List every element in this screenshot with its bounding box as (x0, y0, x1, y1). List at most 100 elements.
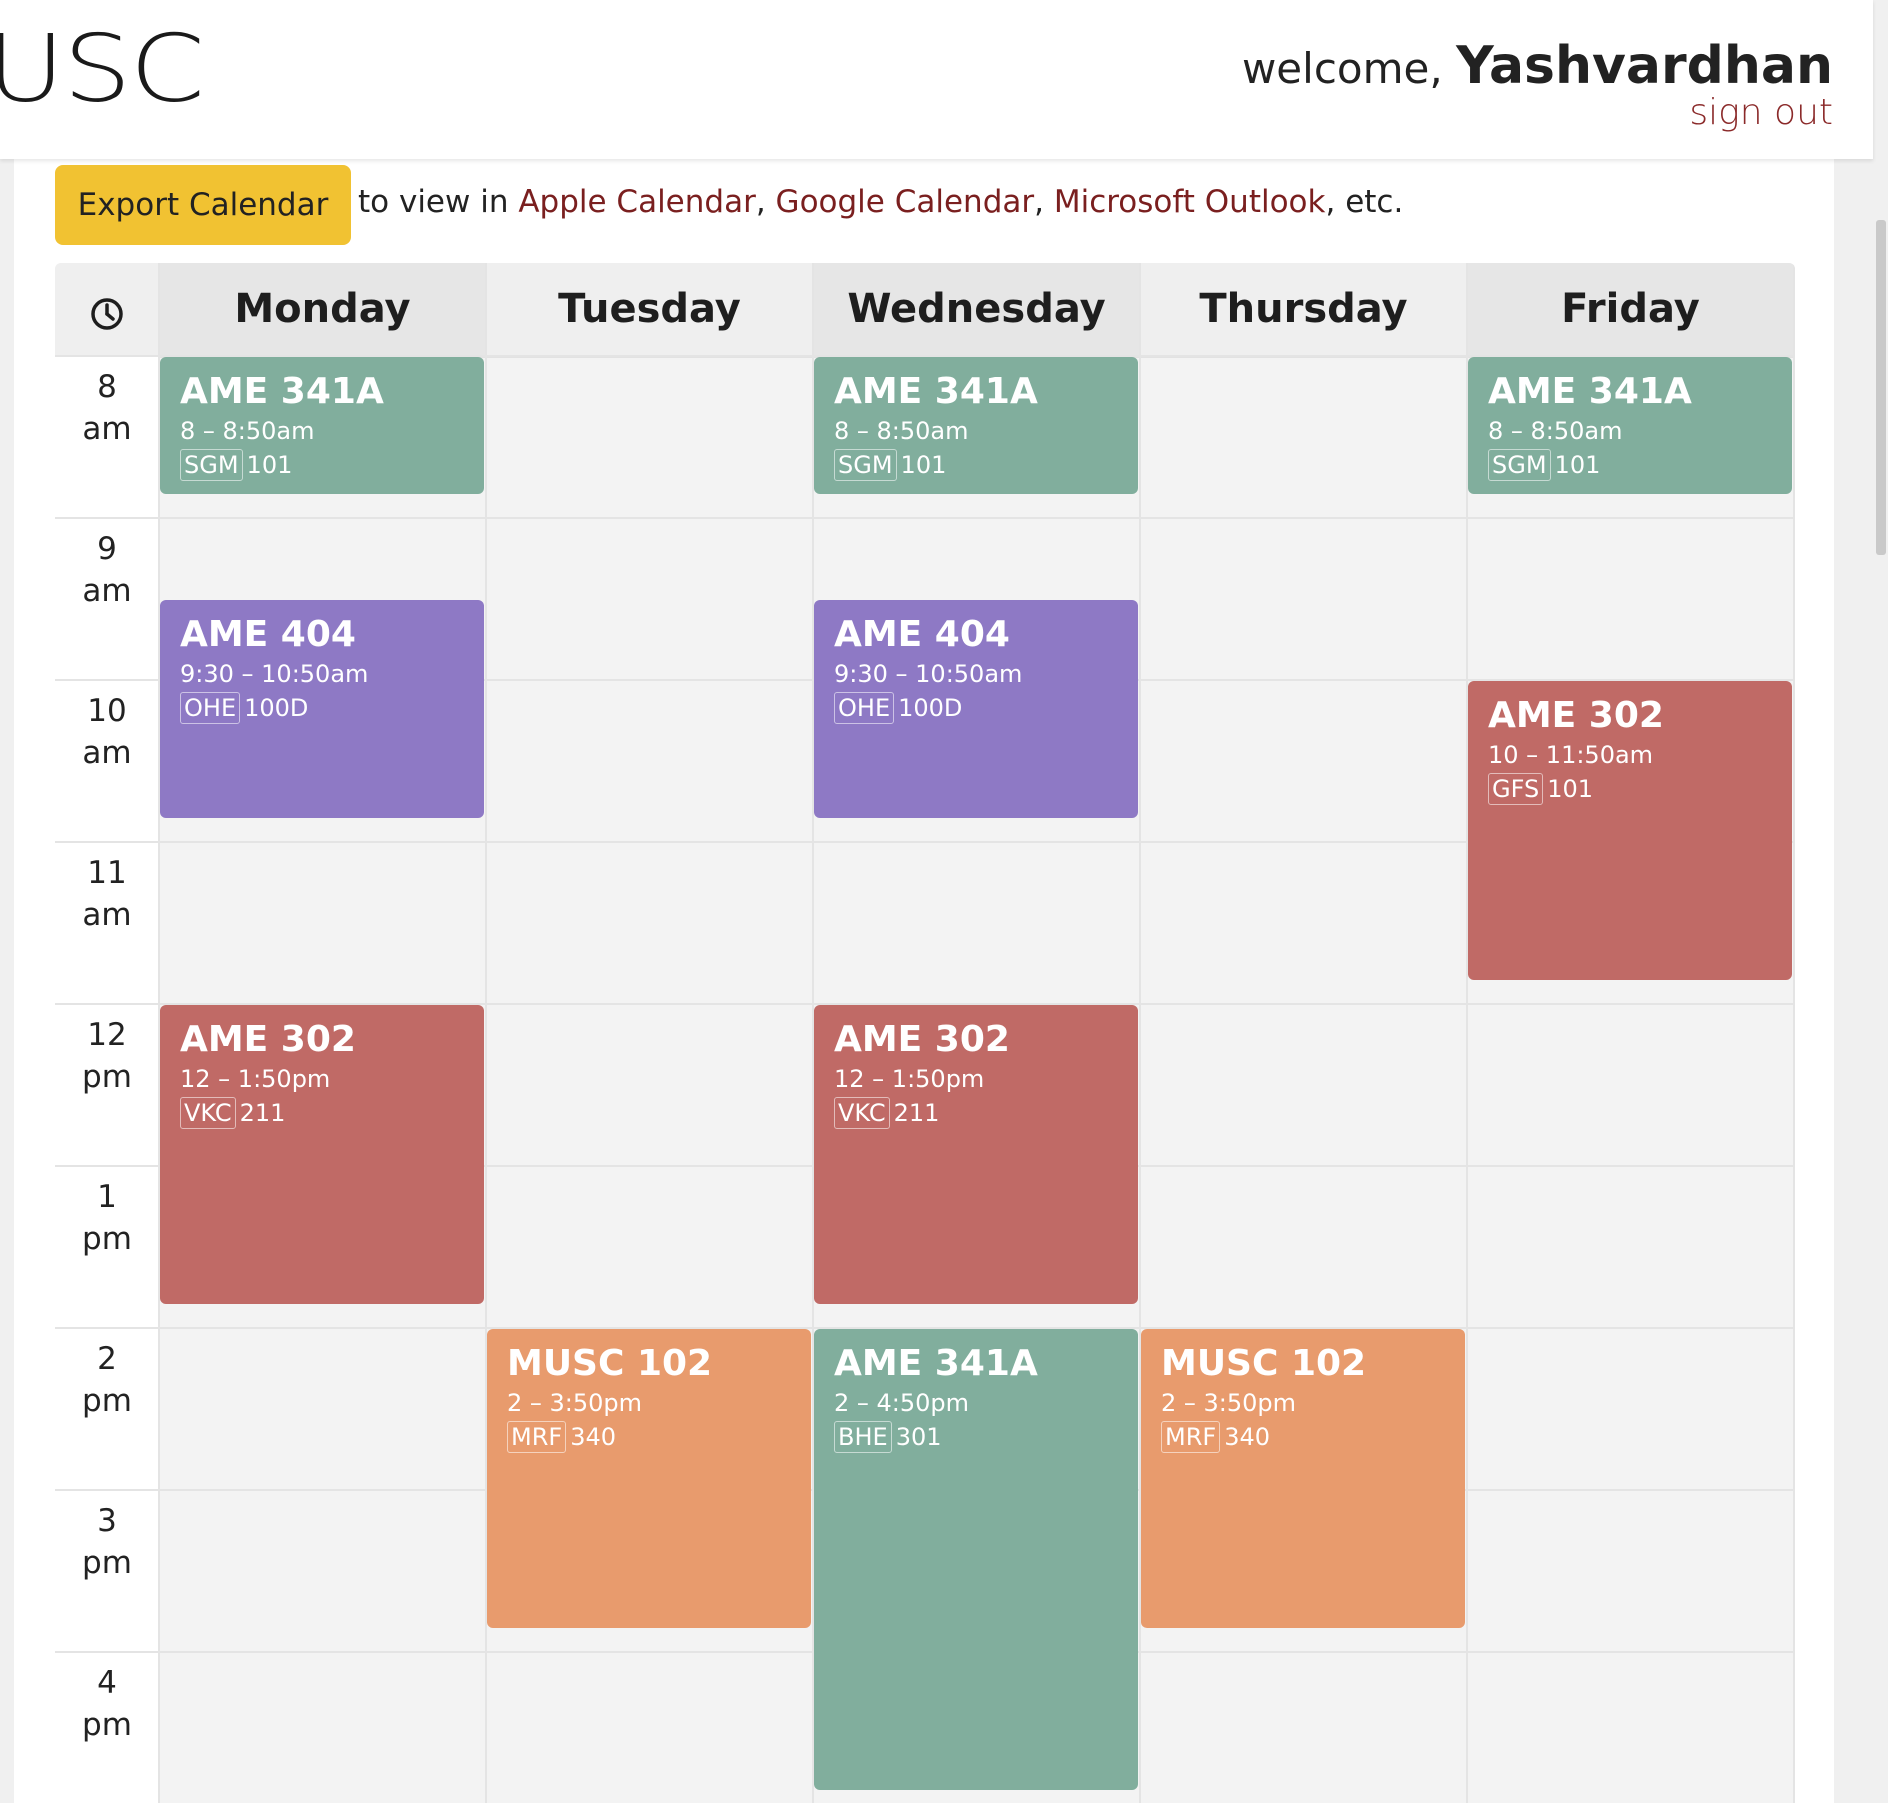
hour-label-number: 10 (87, 693, 127, 729)
room-number: 340 (570, 1423, 616, 1451)
course-code: AME 341A (1488, 371, 1692, 412)
course-code: MUSC 102 (1161, 1343, 1367, 1384)
time-column: 8 am 9 am 10 am 11 am 12 pm 1 pm 2 pm 3 pm 4 pm (55, 356, 159, 1803)
hour-label-number: 2 (97, 1341, 117, 1377)
course-code: AME 302 (1488, 695, 1664, 736)
class-location: OHE 100D (834, 692, 1118, 724)
class-event-block[interactable]: AME 302 12 – 1:50pm VKC 211 (814, 1005, 1138, 1304)
course-code: AME 302 (834, 1019, 1010, 1060)
hour-label-ampm: am (82, 897, 132, 933)
course-code: AME 341A (180, 371, 384, 412)
room-number: 100D (244, 694, 309, 722)
hour-label-ampm: pm (82, 1383, 132, 1419)
class-time: 12 – 1:50pm (180, 1065, 331, 1093)
class-location: VKC 211 (180, 1097, 464, 1129)
class-location: OHE 100D (180, 692, 464, 724)
hour-label-ampm: pm (82, 1221, 132, 1257)
class-location: SGM 101 (1488, 449, 1772, 481)
apple-calendar-link[interactable]: Apple Calendar (518, 184, 756, 220)
class-event-block[interactable]: MUSC 102 2 – 3:50pm MRF 340 (1141, 1329, 1465, 1628)
etc-text: , etc. (1325, 184, 1404, 220)
usc-logo: USC (0, 15, 205, 123)
building-code: VKC (834, 1097, 890, 1129)
room-number: 301 (895, 1423, 942, 1451)
to-view-text: to view in (358, 184, 519, 220)
export-calendar-button[interactable]: Export Calendar (55, 165, 351, 245)
day-header-thursday: Thursday (1199, 286, 1408, 332)
hour-divider (55, 517, 1795, 519)
day-header-friday: Friday (1467, 263, 1794, 356)
class-time: 10 – 11:50am (1488, 741, 1654, 769)
class-event-block[interactable]: AME 302 10 – 11:50am GFS 101 (1468, 681, 1792, 980)
hour-label-ampm: am (82, 573, 132, 609)
hour-label-number: 12 (87, 1017, 127, 1053)
clock-header-cell (55, 263, 159, 356)
hour-label-ampm: am (82, 411, 132, 447)
class-event-block[interactable]: AME 341A 8 – 8:50am SGM 101 (1468, 357, 1792, 494)
building-code: OHE (834, 692, 895, 724)
hour-label-number: 11 (87, 855, 127, 891)
class-time: 12 – 1:50pm (834, 1065, 985, 1093)
room-number: 211 (893, 1099, 940, 1127)
day-header-tuesday: Tuesday (558, 286, 741, 332)
building-code: SGM (180, 449, 243, 481)
building-code: MRF (1161, 1421, 1221, 1453)
hour-label-ampm: pm (82, 1707, 132, 1743)
separator: , (1034, 184, 1054, 220)
hour-label-number: 8 (97, 369, 117, 405)
building-code: BHE (834, 1421, 892, 1453)
course-code: AME 341A (834, 371, 1038, 412)
room-number: 100D (898, 694, 963, 722)
hour-label-ampm: pm (82, 1545, 132, 1581)
clock-icon (91, 298, 123, 330)
scrollbar-thumb[interactable] (1876, 220, 1886, 555)
room-number: 101 (1554, 451, 1601, 479)
class-event-block[interactable]: AME 341A 8 – 8:50am SGM 101 (814, 357, 1138, 494)
hour-label-ampm: pm (82, 1059, 132, 1095)
course-code: AME 302 (180, 1019, 356, 1060)
hour-label-ampm: am (82, 735, 132, 771)
class-event-block[interactable]: AME 404 9:30 – 10:50am OHE 100D (814, 600, 1138, 818)
class-time: 8 – 8:50am (1488, 417, 1623, 445)
hour-label-number: 9 (97, 531, 117, 567)
building-code: MRF (507, 1421, 567, 1453)
room-number: 101 (900, 451, 947, 479)
class-event-block[interactable]: AME 302 12 – 1:50pm VKC 211 (160, 1005, 484, 1304)
course-code: AME 404 (834, 614, 1010, 655)
username: Yashvardhan (1456, 36, 1833, 96)
separator: , (755, 184, 776, 220)
sign-out-link[interactable]: sign out (1689, 92, 1833, 133)
class-event-block[interactable]: AME 404 9:30 – 10:50am OHE 100D (160, 600, 484, 818)
calendar-header-row: Monday Tuesday Wednesday Thursday Friday (55, 263, 1795, 358)
room-number: 211 (239, 1099, 286, 1127)
main-content: Export Calendar to view in Apple Calenda… (14, 159, 1834, 1803)
top-header: USC welcome, Yashvardhan sign out (0, 0, 1873, 159)
weekly-calendar: Monday Tuesday Wednesday Thursday Friday 8 am… (55, 263, 1795, 1803)
hour-label-number: 3 (97, 1503, 117, 1539)
class-time: 8 – 8:50am (180, 417, 315, 445)
class-event-block[interactable]: MUSC 102 2 – 3:50pm MRF 340 (487, 1329, 811, 1628)
building-code: SGM (1488, 449, 1551, 481)
class-event-block[interactable]: AME 341A 8 – 8:50am SGM 101 (160, 357, 484, 494)
class-time: 2 – 3:50pm (1161, 1389, 1297, 1417)
google-calendar-link[interactable]: Google Calendar (776, 184, 1035, 220)
hour-label-number: 4 (97, 1665, 117, 1701)
building-code: GFS (1488, 773, 1544, 805)
day-header-wednesday: Wednesday (813, 263, 1140, 356)
room-number: 340 (1224, 1423, 1270, 1451)
building-code: SGM (834, 449, 897, 481)
class-location: VKC 211 (834, 1097, 1118, 1129)
course-code: MUSC 102 (507, 1343, 713, 1384)
microsoft-outlook-link[interactable]: Microsoft Outlook (1054, 184, 1326, 220)
course-code: AME 404 (180, 614, 356, 655)
class-time: 2 – 3:50pm (507, 1389, 643, 1417)
room-number: 101 (246, 451, 293, 479)
day-header-monday: Monday (159, 263, 486, 356)
class-event-block[interactable]: AME 341A 2 – 4:50pm BHE 301 (814, 1329, 1138, 1790)
class-location: MRF 340 (1161, 1421, 1445, 1453)
welcome-prefix: welcome, (1241, 44, 1457, 93)
building-code: OHE (180, 692, 241, 724)
class-location: BHE 301 (834, 1421, 1118, 1453)
hour-label-number: 1 (97, 1179, 117, 1215)
class-time: 9:30 – 10:50am (180, 660, 369, 688)
